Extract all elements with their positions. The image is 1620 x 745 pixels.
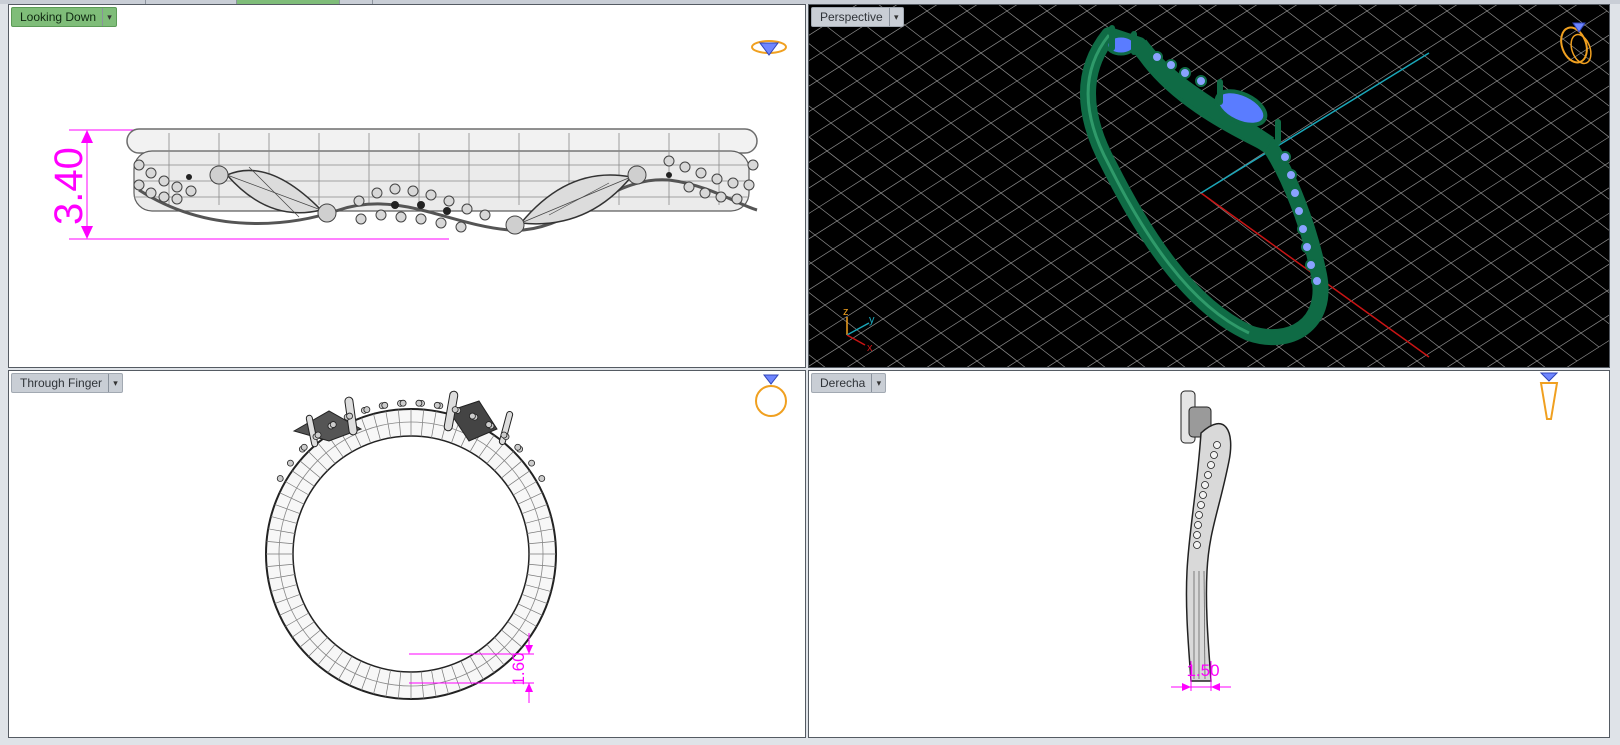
dimension-1-60: 1.60 (501, 651, 541, 687)
ring-orientation-icon (1539, 372, 1559, 420)
ring-orientation-icon (1560, 22, 1592, 65)
dimension-3-40: 3.40 (45, 133, 91, 241)
ring-front-view-drawing (265, 374, 787, 703)
dimension-label: 1.60 (509, 652, 528, 686)
viewport-title-label: Perspective (820, 10, 883, 24)
axis-label-y: y (869, 314, 875, 326)
dimension-label: 3.40 (47, 147, 91, 225)
dimension-1-50: 1.50 (1186, 661, 1220, 680)
viewport-derecha[interactable]: Derecha ▾ 1.50 (808, 370, 1610, 738)
ring-side-view-drawing (1171, 372, 1559, 691)
viewport-title-looking-down[interactable]: Looking Down ▾ (11, 7, 118, 27)
viewport-title-derecha[interactable]: Derecha ▾ (811, 373, 887, 393)
chevron-down-icon[interactable]: ▾ (888, 8, 903, 26)
ring-orientation-icon (751, 40, 787, 56)
chevron-down-icon[interactable]: ▾ (108, 374, 122, 392)
chevron-down-icon[interactable]: ▾ (871, 374, 885, 392)
viewport-looking-down[interactable]: Looking Down ▾ 3.40 (8, 4, 806, 368)
axis-label-z: z (843, 306, 849, 318)
viewport-through-finger[interactable]: Through Finger ▾ 1.60 (8, 370, 806, 738)
viewport-title-label: Through Finger (20, 376, 103, 390)
ring-top-view-drawing (69, 40, 787, 240)
chevron-down-icon[interactable]: ▾ (102, 8, 116, 26)
axis-tripod-icon: z y x (843, 306, 875, 354)
perspective-scene: z y x (809, 5, 1609, 367)
viewport-perspective[interactable]: Perspective ▾ z y x (808, 4, 1610, 368)
viewport-title-perspective[interactable]: Perspective ▾ (811, 7, 904, 27)
viewport-title-label: Looking Down (20, 10, 97, 24)
viewport-title-label: Derecha (820, 376, 866, 390)
viewport-title-through-finger[interactable]: Through Finger ▾ (11, 373, 124, 393)
axis-label-x: x (867, 342, 873, 354)
ring-orientation-icon (755, 374, 787, 417)
